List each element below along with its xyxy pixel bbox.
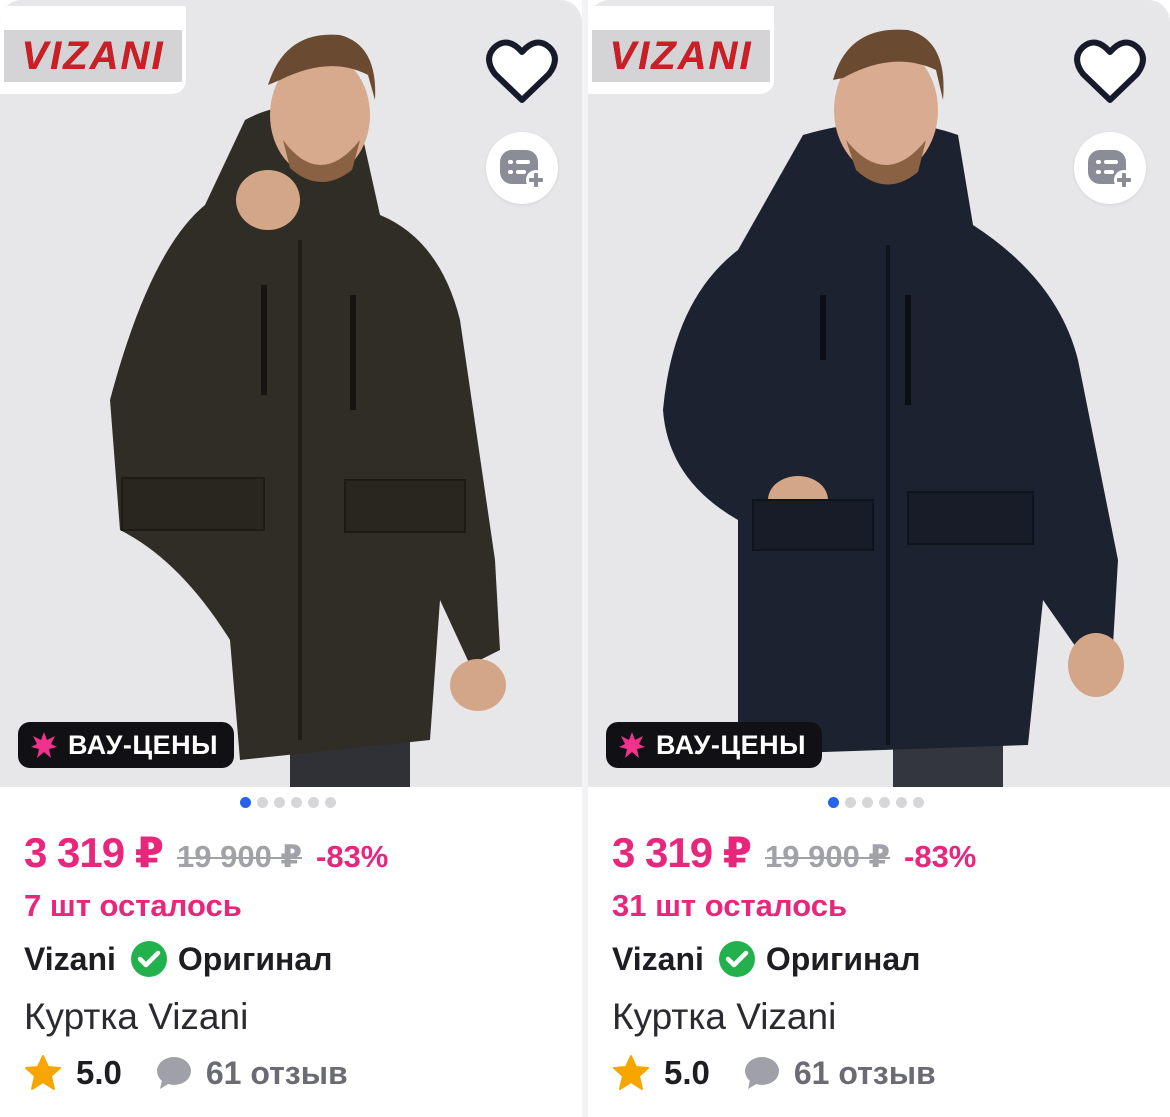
chat-bubble-icon — [156, 1057, 191, 1089]
pagination-dot[interactable] — [308, 797, 319, 808]
brand-row[interactable]: Vizani Оригинал — [24, 940, 332, 978]
brand-logo: VIZANI — [4, 30, 182, 82]
brand-logo-text: VIZANI — [21, 33, 165, 78]
rating-row[interactable]: 5.0 61 отзыв — [24, 1054, 348, 1092]
old-price: 19 900 ₽ — [765, 839, 890, 874]
rating-value: 5.0 — [664, 1054, 710, 1091]
product-title[interactable]: Куртка Vizani — [24, 996, 248, 1038]
current-price: 3 319 ₽ — [24, 829, 164, 876]
reviews-count: 61 отзыв — [793, 1054, 936, 1091]
price-row: 3 319 ₽ 19 900 ₽ -83% — [612, 828, 976, 877]
check-badge-icon — [718, 941, 755, 977]
star-icon — [25, 1055, 61, 1090]
pagination-dot[interactable] — [240, 797, 251, 808]
pagination-dot[interactable] — [291, 797, 302, 808]
burst-star-icon — [31, 732, 57, 758]
pagination-dot[interactable] — [257, 797, 268, 808]
add-to-list-icon — [1088, 150, 1134, 190]
brand-logo-text: VIZANI — [609, 33, 753, 78]
product-image[interactable]: VIZANI ВАУ-ЦЕНЫ — [0, 0, 582, 787]
chat-bubble-icon — [744, 1057, 779, 1089]
brand-logo-container: VIZANI — [0, 6, 186, 94]
pagination-dot[interactable] — [325, 797, 336, 808]
model-photo — [0, 0, 582, 787]
pagination-dot[interactable] — [828, 797, 839, 808]
pagination-dot[interactable] — [845, 797, 856, 808]
promo-label: ВАУ-ЦЕНЫ — [656, 729, 807, 760]
brand-logo: VIZANI — [592, 30, 770, 82]
stock-remaining: 31 шт осталось — [612, 888, 848, 923]
product-image[interactable]: VIZANI ВАУ-ЦЕНЫ — [588, 0, 1170, 787]
original-label: Оригинал — [765, 940, 921, 977]
old-price: 19 900 ₽ — [177, 839, 302, 874]
add-to-list-icon — [500, 150, 546, 190]
pagination-dot[interactable] — [879, 797, 890, 808]
pagination-dot[interactable] — [896, 797, 907, 808]
add-to-list-button[interactable] — [486, 132, 558, 204]
add-to-list-button[interactable] — [1074, 132, 1146, 204]
brand-row[interactable]: Vizani Оригинал — [612, 940, 920, 978]
promo-label: ВАУ-ЦЕНЫ — [68, 729, 219, 760]
original-label: Оригинал — [177, 940, 333, 977]
rating-value: 5.0 — [76, 1054, 122, 1091]
brand-logo-container: VIZANI — [588, 6, 774, 94]
product-card[interactable]: VIZANI ВАУ-ЦЕНЫ — [588, 0, 1170, 1117]
promo-badge[interactable]: ВАУ-ЦЕНЫ — [606, 722, 823, 768]
image-pagination — [828, 797, 924, 808]
pagination-dot[interactable] — [913, 797, 924, 808]
star-icon — [613, 1055, 649, 1090]
pagination-dot[interactable] — [274, 797, 285, 808]
image-pagination — [240, 797, 336, 808]
heart-icon[interactable] — [486, 38, 558, 106]
rating-row[interactable]: 5.0 61 отзыв — [612, 1054, 936, 1092]
check-badge-icon — [130, 941, 167, 977]
stock-remaining: 7 шт осталось — [24, 888, 242, 923]
discount-percent: -83% — [904, 839, 977, 874]
product-title[interactable]: Куртка Vizani — [612, 996, 836, 1038]
pagination-dot[interactable] — [862, 797, 873, 808]
model-photo — [588, 0, 1170, 787]
brand-name[interactable]: Vizani — [24, 941, 116, 978]
promo-badge[interactable]: ВАУ-ЦЕНЫ — [18, 722, 235, 768]
current-price: 3 319 ₽ — [612, 829, 752, 876]
discount-percent: -83% — [316, 839, 389, 874]
burst-star-icon — [619, 732, 645, 758]
reviews-count: 61 отзыв — [205, 1054, 348, 1091]
heart-icon[interactable] — [1074, 38, 1146, 106]
brand-name[interactable]: Vizani — [612, 941, 704, 978]
product-card[interactable]: VIZANI ВАУ-ЦЕНЫ — [0, 0, 582, 1117]
price-row: 3 319 ₽ 19 900 ₽ -83% — [24, 828, 388, 877]
